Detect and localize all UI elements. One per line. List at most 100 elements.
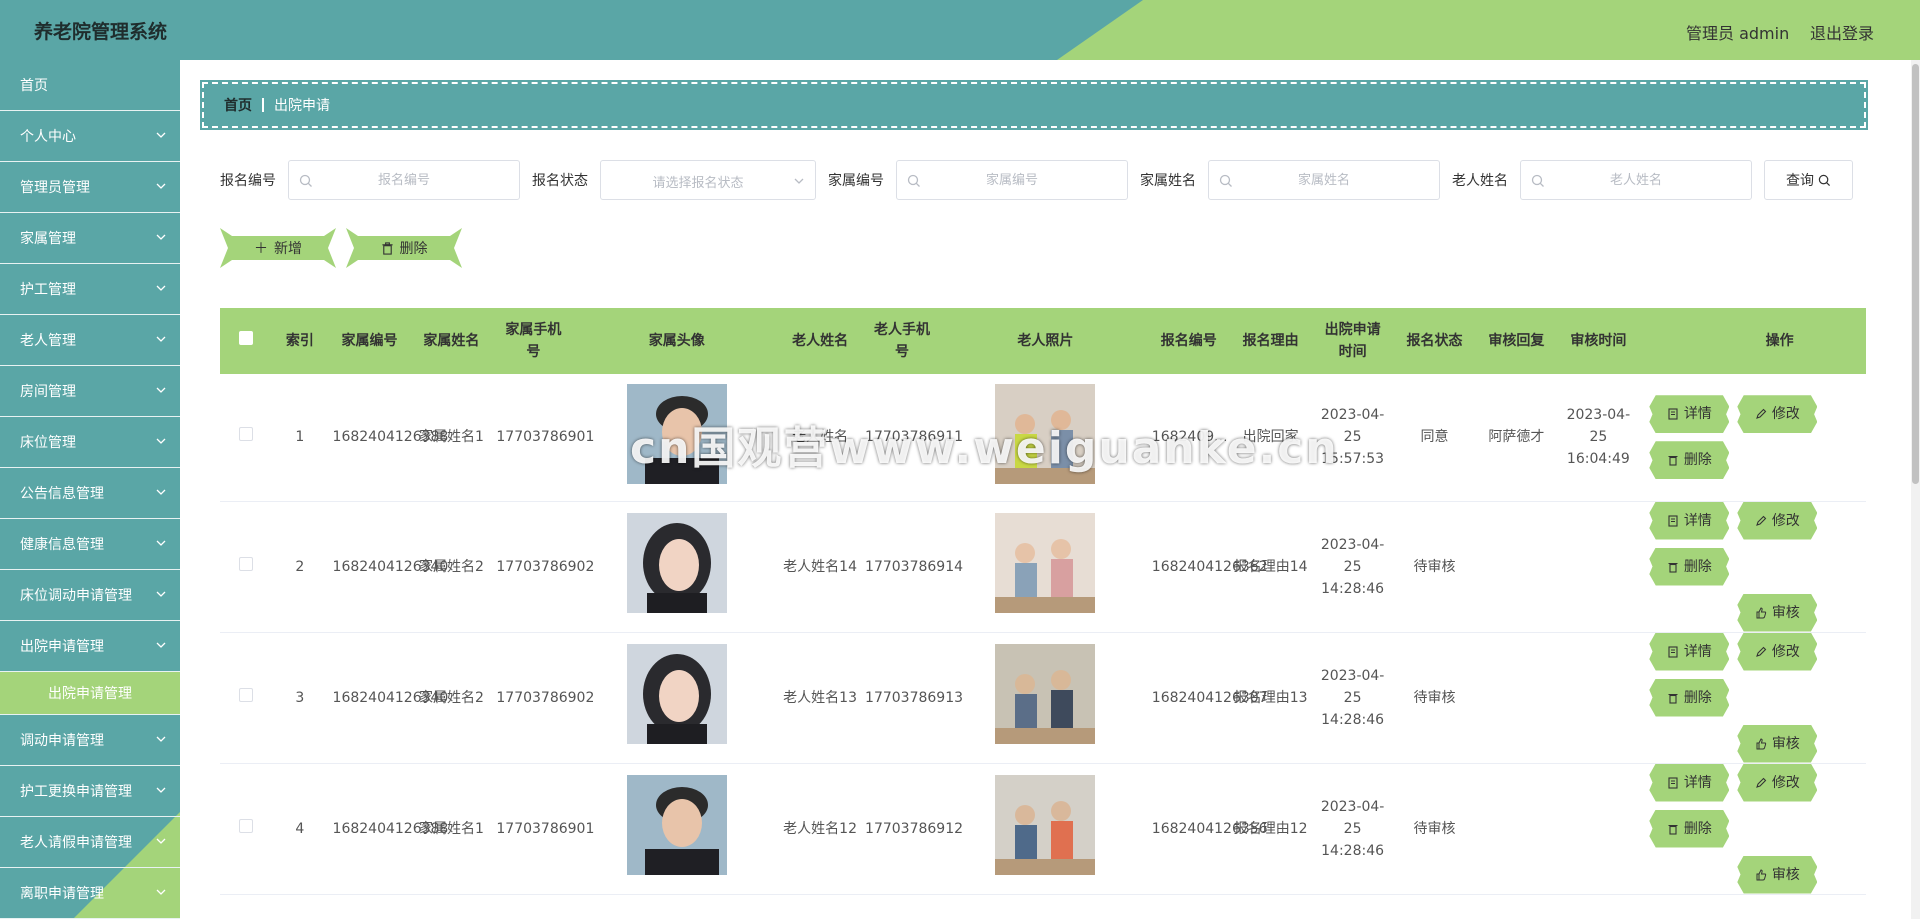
row-checkbox[interactable] <box>238 818 253 833</box>
delete-button[interactable]: 删除 <box>1649 547 1730 586</box>
app-title: 养老院管理系统 <box>34 21 168 43</box>
avatar-image <box>626 513 727 613</box>
edit-button[interactable]: 修改 <box>1737 763 1818 802</box>
breadcrumb-home[interactable]: 首页 <box>224 95 252 115</box>
detail-label: 详情 <box>1683 406 1712 423</box>
sidebar-item[interactable]: 离职申请管理 <box>0 868 180 919</box>
elder-name-field <box>1520 160 1752 200</box>
sidebar-item[interactable]: 床位管理 <box>0 417 180 468</box>
chevron-down-icon <box>156 540 166 546</box>
family-name-input[interactable] <box>1209 161 1439 199</box>
sidebar-item-label: 健康信息管理 <box>20 537 104 553</box>
sidebar-item[interactable]: 个人中心 <box>0 111 180 162</box>
detail-button[interactable]: 详情 <box>1649 763 1730 802</box>
breadcrumb-current: 出院申请 <box>274 98 330 114</box>
row-checkbox[interactable] <box>238 687 253 702</box>
elder-name-label: 老人姓名 <box>1452 173 1508 189</box>
cell-reply: 阿萨德才 <box>1475 374 1558 502</box>
cell-family-phone: 17703786902 <box>492 501 594 633</box>
delete-button[interactable]: 删除 <box>1649 678 1730 717</box>
family-no-input[interactable] <box>897 161 1127 199</box>
chevron-down-icon <box>156 336 166 342</box>
sidebar-item-label: 床位管理 <box>20 435 76 451</box>
select-all-checkbox[interactable] <box>238 331 253 345</box>
cell-index: 2 <box>271 501 329 633</box>
cell-review-time <box>1557 632 1640 764</box>
reg-no-input[interactable] <box>289 161 519 199</box>
cell-family-phone: 17703786901 <box>492 374 594 502</box>
breadcrumb: 首页 出院申请 <box>200 80 1868 130</box>
sidebar-item[interactable]: 调动申请管理 <box>0 715 180 766</box>
cell-reg-no: 1682404126307 <box>1147 632 1268 764</box>
edit-button[interactable]: 修改 <box>1737 632 1818 671</box>
sidebar-item[interactable]: 护工管理 <box>0 264 180 315</box>
review-button[interactable]: 审核 <box>1737 593 1818 632</box>
review-button[interactable]: 审核 <box>1737 855 1818 894</box>
sidebar-item[interactable]: 管理员管理 <box>0 162 180 213</box>
review-label: 审核 <box>1771 735 1800 752</box>
sidebar-item[interactable]: 护工更换申请管理 <box>0 766 180 817</box>
chevron-down-icon <box>156 642 166 648</box>
cell-family-no: 1682404126340 <box>328 501 448 633</box>
document-icon <box>1668 408 1678 420</box>
edit-button[interactable]: 修改 <box>1737 501 1818 540</box>
sidebar-item-label: 家属管理 <box>20 231 76 247</box>
chevron-down-icon <box>156 132 166 138</box>
edit-label: 修改 <box>1771 512 1800 529</box>
cell-review-time: 2023-04-25 16:04:49 <box>1557 374 1640 502</box>
sidebar-item[interactable]: 健康信息管理 <box>0 519 180 570</box>
delete-button[interactable]: 删除 <box>1649 809 1730 848</box>
chevron-down-icon <box>156 838 166 844</box>
sidebar-item[interactable]: 出院申请管理 <box>0 621 180 672</box>
family-name-label: 家属姓名 <box>1140 173 1196 189</box>
sidebar-item[interactable]: 房间管理 <box>0 366 180 417</box>
detail-button[interactable]: 详情 <box>1649 395 1730 434</box>
pencil-icon <box>1755 408 1767 420</box>
main-content: 首页 出院申请 报名编号 报名状态 请选择报名状态 家属编号 家属姓名 老人姓名 <box>180 60 1920 919</box>
chevron-down-icon <box>794 178 804 184</box>
cell-index: 1 <box>271 374 329 502</box>
page-scrollbar[interactable] <box>1911 60 1920 919</box>
col-header: 家属编号 <box>341 333 398 349</box>
row-checkbox[interactable] <box>238 556 253 571</box>
table-row: 3 1682404126340 家属姓名2 17703786902 老人姓名13 1770… <box>220 632 1866 764</box>
sidebar-subitem-active[interactable]: 出院申请管理 <box>0 672 180 715</box>
sidebar-item[interactable]: 家属管理 <box>0 213 180 264</box>
sidebar-item-label: 离职申请管理 <box>20 886 104 902</box>
logout-link[interactable]: 退出登录 <box>1810 20 1874 44</box>
scrollbar-thumb[interactable] <box>1912 64 1919 484</box>
col-header: 审核回复 <box>1488 333 1545 349</box>
sidebar-item[interactable]: 公告信息管理 <box>0 468 180 519</box>
cell-index: 3 <box>271 632 329 764</box>
pencil-icon <box>1755 515 1767 526</box>
cell-operations: 详情 修改 删除 审核 <box>1639 763 1866 895</box>
elder-name-input[interactable] <box>1521 161 1751 199</box>
query-label: 查询 <box>1786 173 1814 189</box>
table-header-row: 索引 家属编号 家属姓名 家属手机号 家属头像 老人姓名 老人手机号 老人照片 … <box>220 308 1866 374</box>
elder-photo <box>995 775 1096 875</box>
sidebar-item[interactable]: 老人请假申请管理 <box>0 817 180 868</box>
sidebar-item[interactable]: 床位调动申请管理 <box>0 570 180 621</box>
col-header: 审核时间 <box>1570 333 1627 349</box>
detail-button[interactable]: 详情 <box>1649 501 1730 540</box>
col-header: 家属手机号 <box>505 322 562 360</box>
chevron-down-icon <box>156 787 166 793</box>
trash-icon <box>381 242 394 255</box>
add-button[interactable]: ＋ 新增 <box>220 228 336 268</box>
edit-button[interactable]: 修改 <box>1737 395 1818 434</box>
row-checkbox[interactable] <box>238 427 253 442</box>
cell-reply <box>1475 632 1558 764</box>
cell-apply-time: 2023-04-25 14:28:46 <box>1311 763 1394 895</box>
edit-label: 修改 <box>1771 643 1800 660</box>
sidebar-item-label: 老人请假申请管理 <box>20 835 132 851</box>
sidebar-item[interactable]: 老人管理 <box>0 315 180 366</box>
chevron-down-icon <box>156 387 166 393</box>
sidebar-item[interactable]: 首页 <box>0 60 180 111</box>
reg-status-select[interactable]: 请选择报名状态 <box>600 160 816 200</box>
query-button[interactable]: 查询 <box>1764 160 1853 200</box>
delete-button[interactable]: 删除 <box>1649 441 1730 480</box>
delete-button[interactable]: 删除 <box>346 228 462 268</box>
review-button[interactable]: 审核 <box>1737 724 1818 763</box>
sidebar: 首页 个人中心 管理员管理家属管理护工管理 老人管理 房间管理床位管理公告信息管理健康信… <box>0 60 180 919</box>
detail-button[interactable]: 详情 <box>1649 632 1730 671</box>
